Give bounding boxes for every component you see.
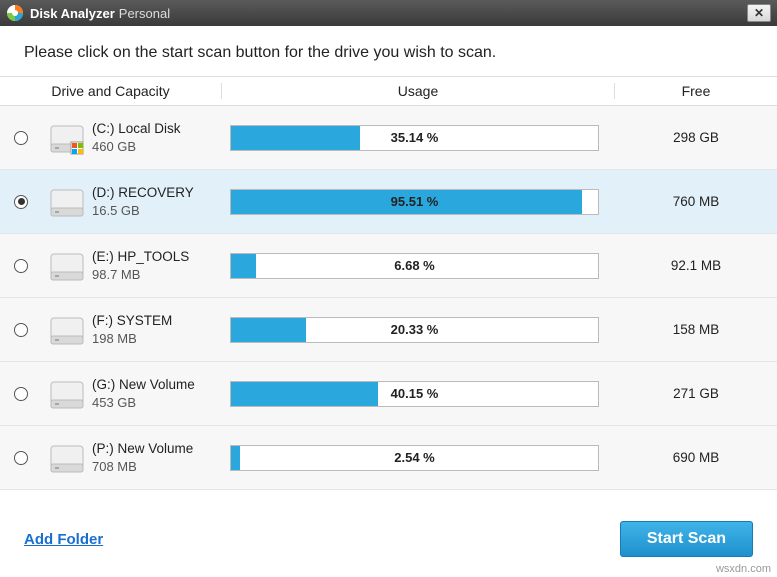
usage-label: 2.54 % — [231, 446, 598, 470]
usage-bar: 40.15 % — [230, 381, 599, 407]
drive-info: (G:) New Volume 453 GB — [92, 377, 222, 410]
usage-cell: 20.33 % — [222, 317, 615, 343]
watermark: wsxdn.com — [716, 563, 771, 575]
footer: Add Folder Start Scan — [0, 521, 777, 557]
drive-capacity: 460 GB — [92, 139, 222, 154]
titlebar: Disk Analyzer Personal ✕ — [0, 0, 777, 26]
column-header-usage: Usage — [222, 83, 615, 99]
free-space: 92.1 MB — [615, 258, 777, 273]
usage-label: 6.68 % — [231, 254, 598, 278]
drive-radio-cell[interactable] — [0, 323, 42, 337]
drive-info: (D:) RECOVERY 16.5 GB — [92, 185, 222, 218]
usage-label: 35.14 % — [231, 126, 598, 150]
drive-icon — [42, 310, 92, 350]
usage-cell: 95.51 % — [222, 189, 615, 215]
radio-icon — [14, 323, 28, 337]
app-subtitle: Personal — [119, 6, 170, 21]
free-space: 760 MB — [615, 194, 777, 209]
usage-bar: 2.54 % — [230, 445, 599, 471]
drive-name: (E:) HP_TOOLS — [92, 249, 222, 264]
drive-radio-cell[interactable] — [0, 195, 42, 209]
add-folder-link[interactable]: Add Folder — [24, 531, 103, 548]
drive-icon — [42, 246, 92, 286]
usage-bar: 35.14 % — [230, 125, 599, 151]
drive-icon — [42, 118, 92, 158]
close-button[interactable]: ✕ — [747, 4, 771, 22]
usage-cell: 6.68 % — [222, 253, 615, 279]
column-header-row: Drive and Capacity Usage Free — [0, 76, 777, 106]
drive-icon — [42, 182, 92, 222]
drive-capacity: 453 GB — [92, 395, 222, 410]
usage-bar: 20.33 % — [230, 317, 599, 343]
drive-capacity: 16.5 GB — [92, 203, 222, 218]
drive-info: (P:) New Volume 708 MB — [92, 441, 222, 474]
radio-icon — [14, 131, 28, 145]
drive-capacity: 198 MB — [92, 331, 222, 346]
drive-info: (C:) Local Disk 460 GB — [92, 121, 222, 154]
app-title: Disk Analyzer — [30, 6, 115, 21]
free-space: 271 GB — [615, 386, 777, 401]
usage-label: 40.15 % — [231, 382, 598, 406]
usage-cell: 2.54 % — [222, 445, 615, 471]
usage-label: 95.51 % — [231, 190, 598, 214]
usage-cell: 35.14 % — [222, 125, 615, 151]
column-header-drive: Drive and Capacity — [0, 83, 222, 99]
drive-list: (C:) Local Disk 460 GB 35.14 % 298 GB (D… — [0, 106, 777, 490]
drive-radio-cell[interactable] — [0, 259, 42, 273]
drive-row[interactable]: (C:) Local Disk 460 GB 35.14 % 298 GB — [0, 106, 777, 170]
drive-radio-cell[interactable] — [0, 451, 42, 465]
usage-bar: 6.68 % — [230, 253, 599, 279]
drive-name: (P:) New Volume — [92, 441, 222, 456]
column-header-free: Free — [615, 83, 777, 99]
drive-name: (C:) Local Disk — [92, 121, 222, 136]
radio-icon — [14, 195, 28, 209]
drive-radio-cell[interactable] — [0, 387, 42, 401]
radio-icon — [14, 387, 28, 401]
drive-row[interactable]: (G:) New Volume 453 GB 40.15 % 271 GB — [0, 362, 777, 426]
drive-capacity: 708 MB — [92, 459, 222, 474]
usage-label: 20.33 % — [231, 318, 598, 342]
drive-row[interactable]: (D:) RECOVERY 16.5 GB 95.51 % 760 MB — [0, 170, 777, 234]
close-icon: ✕ — [754, 6, 764, 20]
drive-info: (E:) HP_TOOLS 98.7 MB — [92, 249, 222, 282]
free-space: 158 MB — [615, 322, 777, 337]
drive-info: (F:) SYSTEM 198 MB — [92, 313, 222, 346]
instruction-text: Please click on the start scan button fo… — [0, 26, 777, 76]
drive-row[interactable]: (E:) HP_TOOLS 98.7 MB 6.68 % 92.1 MB — [0, 234, 777, 298]
free-space: 298 GB — [615, 130, 777, 145]
drive-icon — [42, 374, 92, 414]
app-logo-icon — [6, 4, 24, 22]
radio-icon — [14, 259, 28, 273]
drive-row[interactable]: (F:) SYSTEM 198 MB 20.33 % 158 MB — [0, 298, 777, 362]
drive-name: (G:) New Volume — [92, 377, 222, 392]
usage-bar: 95.51 % — [230, 189, 599, 215]
drive-row[interactable]: (P:) New Volume 708 MB 2.54 % 690 MB — [0, 426, 777, 490]
drive-icon — [42, 438, 92, 478]
drive-name: (F:) SYSTEM — [92, 313, 222, 328]
drive-capacity: 98.7 MB — [92, 267, 222, 282]
usage-cell: 40.15 % — [222, 381, 615, 407]
drive-name: (D:) RECOVERY — [92, 185, 222, 200]
start-scan-button[interactable]: Start Scan — [620, 521, 753, 557]
drive-radio-cell[interactable] — [0, 131, 42, 145]
free-space: 690 MB — [615, 450, 777, 465]
radio-icon — [14, 451, 28, 465]
